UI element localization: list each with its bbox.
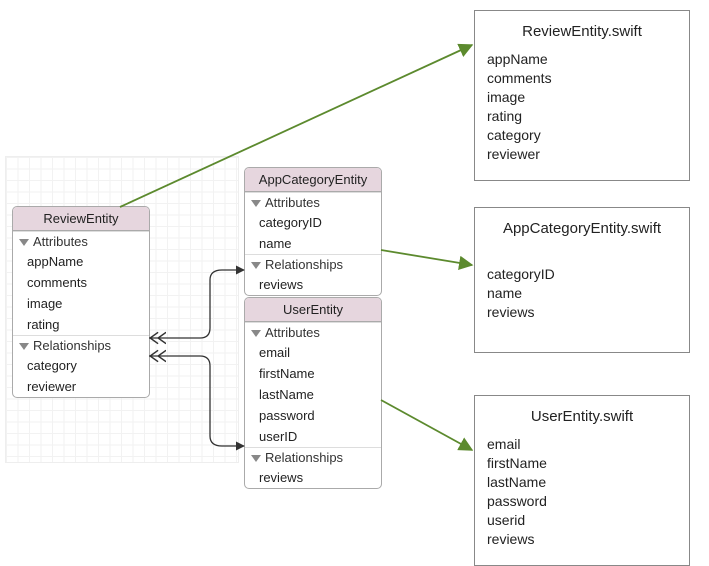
attr-row: image: [13, 293, 149, 314]
swift-line: reviewer: [487, 145, 677, 164]
relationships-label: Relationships: [265, 257, 343, 272]
swift-file-appcategory: AppCategoryEntity.swift categoryID name …: [474, 207, 690, 353]
attributes-label: Attributes: [265, 195, 320, 210]
section-label: Attributes: [245, 322, 381, 342]
entity-review[interactable]: ReviewEntity Attributes appName comments…: [12, 206, 150, 398]
swift-line: userid: [487, 511, 677, 530]
swift-line: categoryID: [487, 265, 677, 284]
swift-line: lastName: [487, 473, 677, 492]
attr-row: name: [245, 233, 381, 254]
section-label: Relationships: [245, 447, 381, 467]
disclosure-triangle-icon: [19, 343, 29, 350]
swift-line: rating: [487, 107, 677, 126]
swift-line: image: [487, 88, 677, 107]
disclosure-triangle-icon: [251, 200, 261, 207]
section-label: Relationships: [13, 335, 149, 355]
maps-to-arrow: [381, 250, 472, 265]
attr-row: lastName: [245, 384, 381, 405]
swift-line: comments: [487, 69, 677, 88]
swift-line: firstName: [487, 454, 677, 473]
attr-row: categoryID: [245, 212, 381, 233]
attr-row: firstName: [245, 363, 381, 384]
rel-row: category: [13, 355, 149, 376]
swift-file-title: AppCategoryEntity.swift: [487, 220, 677, 237]
swift-file-user: UserEntity.swift email firstName lastNam…: [474, 395, 690, 566]
swift-line: reviews: [487, 530, 677, 549]
swift-line: email: [487, 435, 677, 454]
entity-appcategory-header: AppCategoryEntity: [245, 168, 381, 192]
attr-row: userID: [245, 426, 381, 447]
entity-user[interactable]: UserEntity Attributes email firstName la…: [244, 297, 382, 489]
swift-line: category: [487, 126, 677, 145]
section-label: Relationships: [245, 254, 381, 274]
swift-file-title: UserEntity.swift: [487, 408, 677, 425]
attr-row: appName: [13, 251, 149, 272]
disclosure-triangle-icon: [251, 262, 261, 269]
swift-line: appName: [487, 50, 677, 69]
swift-line: name: [487, 284, 677, 303]
attributes-label: Attributes: [265, 325, 320, 340]
maps-to-arrow: [381, 400, 472, 450]
entity-review-header: ReviewEntity: [13, 207, 149, 231]
section-label: Attributes: [13, 231, 149, 251]
attr-row: email: [245, 342, 381, 363]
disclosure-triangle-icon: [251, 330, 261, 337]
entity-user-header: UserEntity: [245, 298, 381, 322]
rel-row: reviews: [245, 467, 381, 488]
section-label: Attributes: [245, 192, 381, 212]
attr-row: rating: [13, 314, 149, 335]
attr-row: comments: [13, 272, 149, 293]
attr-row: password: [245, 405, 381, 426]
disclosure-triangle-icon: [251, 455, 261, 462]
swift-line: password: [487, 492, 677, 511]
relationships-label: Relationships: [33, 338, 111, 353]
rel-row: reviewer: [13, 376, 149, 397]
entity-appcategory[interactable]: AppCategoryEntity Attributes categoryID …: [244, 167, 382, 296]
relationships-label: Relationships: [265, 450, 343, 465]
swift-file-review: ReviewEntity.swift appName comments imag…: [474, 10, 690, 181]
attributes-label: Attributes: [33, 234, 88, 249]
swift-file-title: ReviewEntity.swift: [487, 23, 677, 40]
swift-line: reviews: [487, 303, 677, 322]
rel-row: reviews: [245, 274, 381, 295]
disclosure-triangle-icon: [19, 239, 29, 246]
